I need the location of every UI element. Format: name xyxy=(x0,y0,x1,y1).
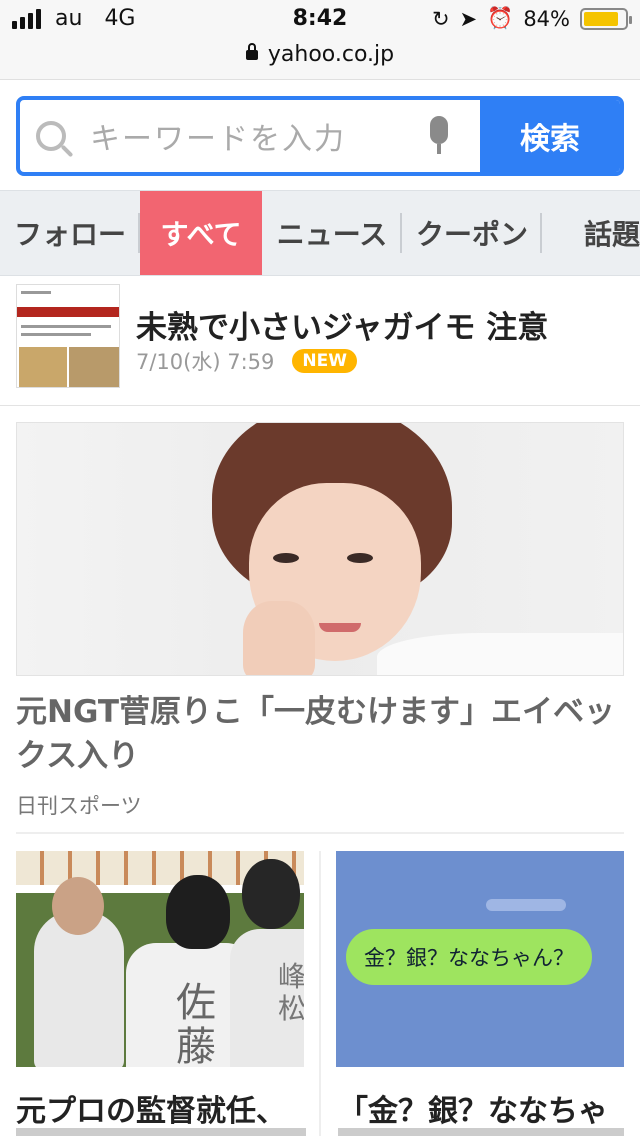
tab-topics[interactable]: 話題 xyxy=(542,191,640,275)
url-text: yahoo.co.jp xyxy=(267,42,395,67)
feature-source: 日刊スポーツ xyxy=(16,794,142,818)
tab-coupon[interactable]: クーポン xyxy=(402,191,542,275)
card-subtitle-peek xyxy=(338,1128,624,1136)
search-box: キーワードを入力 検索 xyxy=(16,96,624,176)
headline-meta: 7/10(水) 7:59 NEW xyxy=(136,346,357,376)
microphone-icon[interactable] xyxy=(426,116,452,160)
status-bar: au 4G 8:42 ↻ ➤ ⏰ 84% yahoo.co.jp xyxy=(0,0,640,80)
chat-bubble: 金？銀？ななちゃん？ xyxy=(346,929,592,985)
card-title-chat[interactable]: 「金？銀？ななちゃ xyxy=(338,1086,608,1130)
category-tabs: フォロー すべて ニュース クーポン 話題 xyxy=(0,190,640,276)
battery-icon xyxy=(580,7,632,30)
alarm-icon: ⏰ xyxy=(487,6,514,30)
tab-follow[interactable]: フォロー xyxy=(0,191,140,275)
card-subtitle-peek xyxy=(16,1128,306,1136)
search-button[interactable]: 検索 xyxy=(480,100,620,172)
card-image-chat[interactable]: 金？銀？ななちゃん？ xyxy=(336,851,624,1067)
feature-title[interactable]: 元NGT菅原りこ「一皮むけます」エイベックス入り xyxy=(16,690,616,778)
new-badge: NEW xyxy=(292,349,357,373)
address-bar[interactable]: yahoo.co.jp xyxy=(0,42,640,67)
battery-percent: 84% xyxy=(523,6,570,31)
card-image-baseball[interactable]: 佐藤 峰松 xyxy=(16,851,304,1067)
search-input[interactable]: キーワードを入力 xyxy=(20,100,480,172)
card-title-baseball[interactable]: 元プロの監督就任、 xyxy=(16,1086,286,1130)
headline-title: 未熟で小さいジャガイモ 注意 xyxy=(136,310,549,346)
headline-time: 7/10(水) 7:59 xyxy=(136,350,275,374)
card-divider xyxy=(319,851,321,1136)
lock-icon xyxy=(245,43,258,60)
search-placeholder: キーワードを入力 xyxy=(90,122,346,157)
divider xyxy=(16,832,624,834)
headline-item[interactable]: 未熟で小さいジャガイモ 注意 7/10(水) 7:59 NEW xyxy=(0,276,640,406)
headline-thumbnail xyxy=(16,284,120,388)
battery-level xyxy=(584,11,618,26)
feature-image[interactable] xyxy=(16,422,624,676)
location-icon: ➤ xyxy=(459,6,478,31)
orientation-lock-icon: ↻ xyxy=(431,6,450,31)
tab-all[interactable]: すべて xyxy=(140,191,262,275)
status-right: ↻ ➤ ⏰ 84% xyxy=(431,6,632,31)
search-icon xyxy=(36,121,66,151)
tab-news[interactable]: ニュース xyxy=(262,191,402,275)
